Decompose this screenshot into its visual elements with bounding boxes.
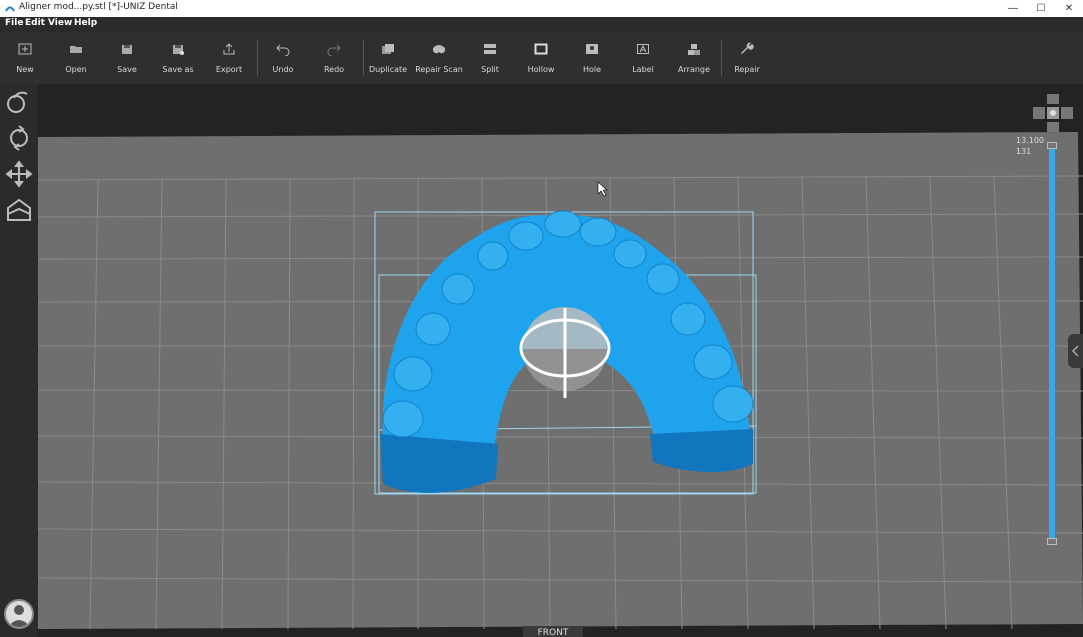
hole-icon xyxy=(586,44,598,54)
close-button[interactable]: ✕ xyxy=(1053,0,1083,17)
new-icon xyxy=(18,43,32,55)
save-icon xyxy=(122,45,132,54)
left-toolbar xyxy=(0,84,38,637)
export-icon xyxy=(223,43,235,55)
menu-bar: File Edit View Help xyxy=(0,17,1083,32)
duplicate-button[interactable]: Duplicate xyxy=(363,32,413,84)
view-icon[interactable] xyxy=(5,88,33,116)
user-icon xyxy=(8,605,30,627)
build-platform xyxy=(38,132,1083,630)
view-orientation-label: FRONT xyxy=(523,626,583,637)
menu-view[interactable]: View xyxy=(48,18,72,28)
redo-button[interactable]: Redo xyxy=(309,32,359,84)
repair-scan-button[interactable]: Repair Scan xyxy=(414,32,464,84)
app-logo-icon xyxy=(5,6,15,12)
redo-icon xyxy=(327,44,341,56)
open-icon xyxy=(70,46,82,53)
hole-button[interactable]: Hole xyxy=(567,32,617,84)
navigation-cube-icon[interactable] xyxy=(1033,94,1073,132)
repair-button[interactable]: Repair xyxy=(722,32,772,84)
repair-label: Repair xyxy=(734,65,760,74)
chevron-left-icon xyxy=(1071,345,1079,357)
arrange-button[interactable]: Arrange xyxy=(669,32,719,84)
undo-button[interactable]: Undo xyxy=(258,32,308,84)
rotate-icon[interactable] xyxy=(5,124,33,152)
arrange-icon xyxy=(688,44,700,55)
save-button[interactable]: Save xyxy=(102,32,152,84)
title-bar: Aligner mod...py.stl [*]-UNIZ Dental — ☐… xyxy=(0,0,1083,18)
avatar[interactable] xyxy=(4,599,34,629)
repair-icon xyxy=(741,42,754,54)
move-icon[interactable] xyxy=(5,160,33,188)
undo-icon xyxy=(276,44,290,56)
menu-edit[interactable]: Edit xyxy=(25,18,45,28)
menu-file[interactable]: File xyxy=(5,18,23,28)
save-as-button[interactable]: Save as xyxy=(153,32,203,84)
duplicate-icon xyxy=(382,44,394,54)
slider-top-handle[interactable] xyxy=(1047,142,1057,149)
open-button[interactable]: Open xyxy=(51,32,101,84)
hollow-icon xyxy=(534,43,548,55)
hollow-button[interactable]: Hollow xyxy=(516,32,566,84)
label-icon xyxy=(637,44,649,54)
split-icon xyxy=(484,44,496,54)
split-button[interactable]: Split xyxy=(465,32,515,84)
side-panel-toggle[interactable] xyxy=(1068,334,1083,368)
slider-top-value: 13.100 xyxy=(1016,136,1044,145)
export-button[interactable]: Export xyxy=(204,32,254,84)
menu-help[interactable]: Help xyxy=(74,18,97,28)
toolbar: New Open Save Save as Export Undo Redo D… xyxy=(0,32,1083,84)
3d-viewport[interactable]: 13.100 131 FRONT xyxy=(38,84,1083,637)
new-button[interactable]: New xyxy=(0,32,50,84)
save-as-icon xyxy=(173,45,184,55)
slider-layer-value: 131 xyxy=(1016,147,1032,156)
label-button[interactable]: Label xyxy=(618,32,668,84)
window-title: Aligner mod...py.stl [*]-UNIZ Dental xyxy=(19,2,178,12)
layer-slider[interactable] xyxy=(1049,144,1055,542)
platform-icon[interactable] xyxy=(5,196,33,224)
slider-bottom-handle[interactable] xyxy=(1047,538,1057,545)
repair-scan-icon xyxy=(433,45,445,54)
